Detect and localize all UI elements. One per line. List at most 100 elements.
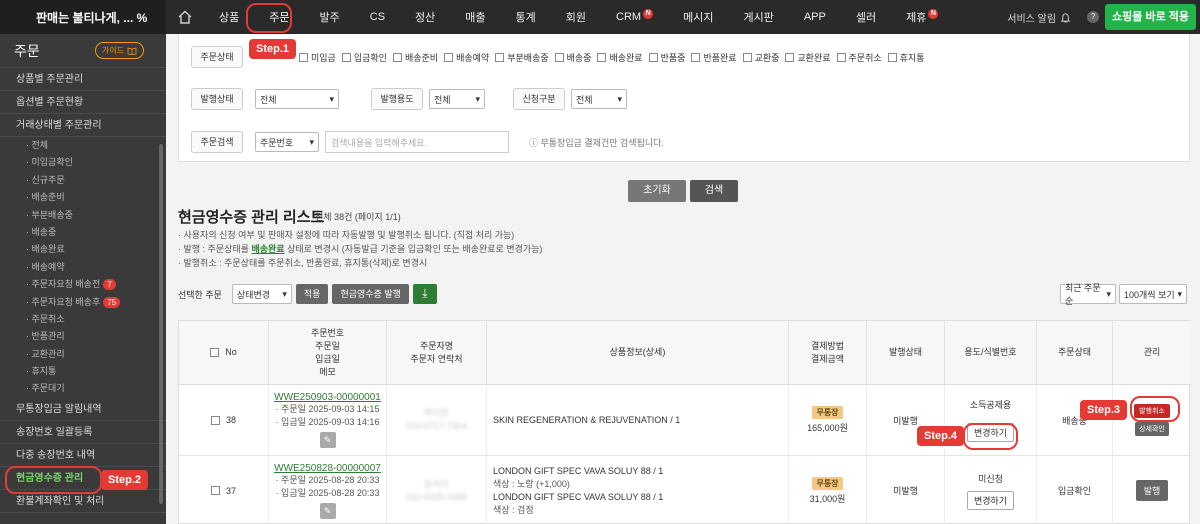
sidebar-item[interactable]: · 배송중 bbox=[0, 224, 166, 241]
sidebar-item[interactable]: · 미입금확인 bbox=[0, 154, 166, 171]
issue-button[interactable]: 발행 bbox=[1135, 480, 1169, 501]
order-number-link[interactable]: WWE250828-00000007 bbox=[274, 463, 381, 474]
reset-button[interactable]: 초기화 bbox=[628, 180, 686, 202]
download-icon[interactable]: ⤓ bbox=[412, 284, 437, 304]
checkbox-box[interactable] bbox=[742, 52, 752, 62]
status-checkbox[interactable]: 반품완료 bbox=[691, 51, 737, 64]
sidebar-item[interactable]: · 배송완료 bbox=[0, 241, 166, 258]
nav-message[interactable]: 메시지 bbox=[668, 0, 728, 34]
nav-stats[interactable]: 통계 bbox=[501, 0, 551, 34]
sidebar-item[interactable]: · 주문자요청 배송후 75 bbox=[0, 294, 166, 311]
nav-crm[interactable]: CRM N bbox=[601, 0, 668, 34]
order-number-link[interactable]: WWE250903-00000001 bbox=[274, 392, 381, 403]
search-input[interactable]: 검색내용을 입력해주세요. bbox=[325, 131, 509, 153]
nav-partner[interactable]: 제휴 N bbox=[891, 0, 953, 34]
payment-amount: 31,000원 bbox=[809, 493, 846, 504]
sidebar-item[interactable]: 무통장입금 알림내역 bbox=[0, 398, 166, 421]
checkbox-box[interactable] bbox=[299, 52, 308, 62]
sort-controls: 최근 주문순 ▾ 100개씩 보기 ▾ bbox=[1060, 283, 1187, 306]
apply-to-mall-button[interactable]: 쇼핑몰 바로 적용 bbox=[1105, 4, 1196, 30]
sidebar-item[interactable]: · 배송준비 bbox=[0, 189, 166, 206]
checkbox-box[interactable] bbox=[392, 52, 402, 62]
per-page-select[interactable]: 100개씩 보기 ▾ bbox=[1119, 284, 1187, 304]
brand-logo[interactable]: 판매는 불티나게, ... % bbox=[0, 0, 166, 34]
checkbox-box[interactable] bbox=[341, 52, 351, 62]
count-badge: 75 bbox=[103, 296, 121, 308]
help-icon[interactable]: ? bbox=[1087, 11, 1100, 23]
sidebar-item[interactable]: 상품별 주문관리 bbox=[0, 68, 166, 91]
nav-board[interactable]: 게시판 bbox=[728, 0, 788, 34]
row-checkbox[interactable] bbox=[210, 486, 220, 495]
sidebar-item[interactable]: · 교환관리 bbox=[0, 346, 166, 363]
sidebar-item[interactable]: 송장번호 일괄등록 bbox=[0, 421, 166, 444]
status-checkbox[interactable]: 부분배송중 bbox=[495, 51, 549, 64]
bulk-action-bar: 선택한 주문 상태변경 ▾ 적용 현금영수증 발행 ⤓ bbox=[178, 284, 437, 304]
sidebar-item[interactable]: 거래상태별 주문관리 bbox=[0, 114, 166, 137]
select-all-checkbox[interactable] bbox=[210, 348, 220, 357]
sidebar-item[interactable]: · 주문대기 bbox=[0, 380, 166, 397]
status-checkbox[interactable]: 입금확인 bbox=[341, 51, 387, 64]
sidebar-item[interactable]: · 신규주문 bbox=[0, 172, 166, 189]
request-type-select[interactable]: 전체 ▾ bbox=[571, 89, 627, 109]
row-checkbox[interactable] bbox=[210, 415, 220, 425]
checkbox-box[interactable] bbox=[554, 52, 564, 62]
chevron-down-icon: ▾ bbox=[309, 136, 314, 147]
checkbox-box[interactable] bbox=[887, 52, 897, 62]
status-checkbox[interactable]: 휴지통 bbox=[887, 51, 925, 64]
status-checkbox[interactable]: 배송중 bbox=[554, 51, 591, 64]
status-checkbox[interactable]: 반품중 bbox=[648, 51, 685, 64]
sidebar-item[interactable]: 옵션별 주문현황 bbox=[0, 91, 166, 114]
memo-icon[interactable]: ✎ bbox=[319, 432, 336, 448]
sidebar-item[interactable]: · 전체 bbox=[0, 137, 166, 154]
paid-date: · 입금일 2025-09-03 14:16 bbox=[275, 417, 380, 427]
status-checkbox[interactable]: 배송예약 bbox=[444, 51, 489, 64]
nav-members[interactable]: 회원 bbox=[551, 0, 601, 34]
nav-seller[interactable]: 셀러 bbox=[841, 0, 891, 34]
nav-settlement[interactable]: 정산 bbox=[400, 0, 450, 34]
checkbox-box[interactable] bbox=[495, 52, 505, 62]
sidebar-item[interactable]: · 휴지통 bbox=[0, 363, 166, 380]
nav-sales[interactable]: 매출 bbox=[450, 0, 500, 34]
header-order-status: 주문상태 bbox=[1037, 321, 1113, 385]
search-button[interactable]: 검색 bbox=[690, 180, 738, 202]
nav-purchase[interactable]: 발주 bbox=[305, 0, 355, 34]
checkbox-box[interactable] bbox=[785, 52, 795, 62]
checkbox-box[interactable] bbox=[691, 52, 701, 62]
status-checkbox[interactable]: 교환완료 bbox=[785, 51, 831, 64]
checkbox-box[interactable] bbox=[836, 52, 846, 62]
status-checkbox[interactable]: 교환중 bbox=[742, 51, 779, 64]
issue-cash-receipt-button[interactable]: 현금영수증 발행 bbox=[332, 284, 409, 304]
sidebar-item[interactable]: 다중 송장번호 내역 bbox=[0, 444, 166, 467]
status-checkbox[interactable]: 주문취소 bbox=[836, 51, 882, 64]
status-checkbox[interactable]: 배송완료 bbox=[597, 51, 643, 64]
order-search-label: 주문검색 bbox=[191, 131, 243, 153]
nav-app[interactable]: APP bbox=[789, 0, 841, 34]
change-button[interactable]: 변경하기 bbox=[966, 490, 1015, 510]
sidebar-item[interactable]: · 주문자요청 배송전 7 bbox=[0, 276, 166, 293]
guide-button[interactable]: 가이드 bbox=[94, 42, 144, 59]
customer-name: 박이현 bbox=[424, 408, 449, 418]
header-payment: 결제방법 결제금액 bbox=[789, 321, 867, 385]
sidebar-item[interactable]: · 반품관리 bbox=[0, 328, 166, 345]
sidebar-item[interactable]: · 부분배송중 bbox=[0, 207, 166, 224]
checkbox-box[interactable] bbox=[597, 52, 607, 62]
memo-icon[interactable]: ✎ bbox=[319, 502, 336, 519]
service-alert[interactable]: 서비스 알림 bbox=[1007, 10, 1071, 25]
nav-cs[interactable]: CS bbox=[355, 0, 400, 34]
checkbox-box[interactable] bbox=[648, 52, 658, 62]
status-checkbox[interactable]: 미입금 bbox=[299, 51, 336, 64]
checkbox-box[interactable] bbox=[444, 52, 454, 62]
status-checkbox[interactable]: 배송준비 bbox=[392, 51, 438, 64]
issue-status-select[interactable]: 전체 ▾ bbox=[255, 89, 339, 109]
state-change-select[interactable]: 상태변경 ▾ bbox=[231, 284, 292, 304]
order-status-label: 주문상태 bbox=[191, 46, 243, 68]
home-icon[interactable] bbox=[166, 10, 204, 24]
detail-button[interactable]: 상세확인 bbox=[1135, 422, 1169, 436]
search-type-select[interactable]: 주문번호 ▾ bbox=[255, 132, 319, 152]
apply-button[interactable]: 적용 bbox=[295, 284, 329, 304]
sidebar-item[interactable]: · 배송예약 bbox=[0, 259, 166, 276]
purpose-select[interactable]: 전체 ▾ bbox=[429, 89, 485, 109]
sidebar-scrollbar[interactable] bbox=[159, 144, 163, 504]
sort-select[interactable]: 최근 주문순 ▾ bbox=[1060, 283, 1116, 306]
sidebar-item[interactable]: · 주문취소 bbox=[0, 311, 166, 328]
